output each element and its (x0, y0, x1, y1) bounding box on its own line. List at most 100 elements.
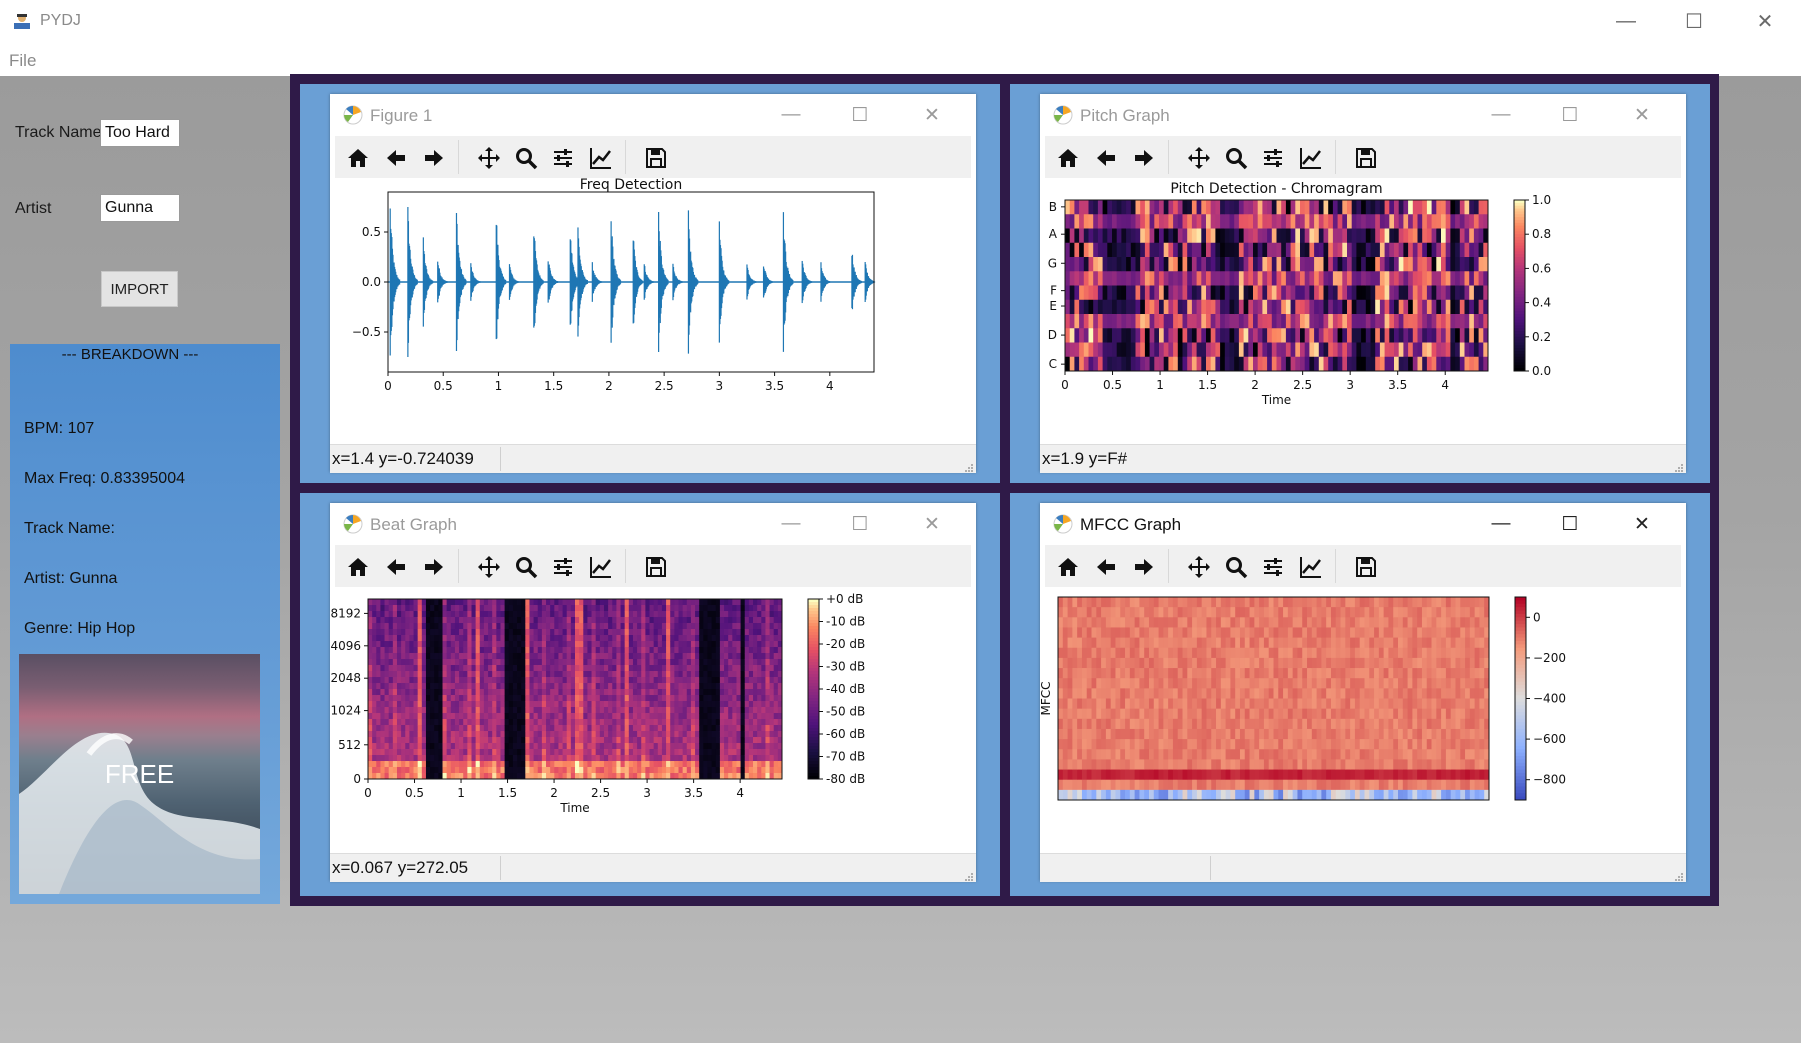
window-close-button[interactable]: ✕ (917, 510, 947, 538)
heat-cell (479, 629, 485, 636)
artist-input[interactable]: Gunna (100, 194, 180, 222)
heat-cell (483, 683, 489, 690)
heat-cell (628, 731, 634, 738)
edit-axis-button[interactable] (1298, 554, 1324, 580)
resize-grip-icon[interactable] (964, 460, 974, 472)
heat-cell (1065, 285, 1071, 301)
forward-button[interactable] (421, 554, 447, 580)
zoom-button[interactable] (1223, 554, 1249, 580)
mfcc-plot[interactable]: MFCC 0 −200 −400 −600 −800 (1039, 587, 1686, 853)
pan-button[interactable] (1186, 145, 1212, 171)
configure-subplots-button[interactable] (550, 554, 576, 580)
heat-cell (496, 677, 501, 684)
home-button[interactable] (345, 145, 371, 171)
heat-cell (1086, 698, 1092, 710)
heat-cell (1125, 739, 1131, 750)
pan-button[interactable] (476, 145, 502, 171)
back-button[interactable] (383, 145, 409, 171)
window-minimize-button[interactable]: — (776, 510, 806, 538)
heat-cell (1148, 647, 1155, 659)
zoom-button[interactable] (1223, 145, 1249, 171)
heat-cell (554, 653, 559, 660)
minimize-button[interactable]: — (1606, 6, 1646, 36)
heat-cell (1375, 285, 1381, 301)
heat-cell (1309, 271, 1315, 286)
heat-cell (496, 713, 501, 720)
freq-plot[interactable]: Freq Detection 0 0.5 1 1.5 2 2.5 3 3.5 4 0.5 0.0 −0.… (330, 177, 976, 444)
menu-file[interactable]: File (9, 51, 36, 71)
window-close-button[interactable]: ✕ (1627, 510, 1657, 538)
back-button[interactable] (383, 554, 409, 580)
heat-cell (421, 671, 427, 678)
heat-cell (479, 755, 485, 762)
back-button[interactable] (1093, 554, 1119, 580)
window-maximize-button[interactable]: ☐ (845, 101, 875, 129)
maximize-button[interactable]: ☐ (1674, 6, 1714, 36)
save-button[interactable] (643, 554, 669, 580)
resize-grip-icon[interactable] (1674, 460, 1684, 472)
heat-cell (570, 707, 576, 714)
forward-button[interactable] (1131, 554, 1157, 580)
back-button[interactable] (1093, 145, 1119, 171)
close-button[interactable]: ✕ (1745, 6, 1785, 36)
save-button[interactable] (1353, 145, 1379, 171)
zoom-button[interactable] (513, 145, 539, 171)
window-maximize-button[interactable]: ☐ (1555, 510, 1585, 538)
heat-cell (1473, 257, 1479, 272)
forward-button[interactable] (1131, 145, 1157, 171)
home-button[interactable] (1055, 145, 1081, 171)
waveform-burst (718, 221, 730, 343)
heat-cell (405, 719, 410, 726)
configure-subplots-button[interactable] (1260, 145, 1286, 171)
window-minimize-button[interactable]: — (1486, 510, 1516, 538)
pitch-plot[interactable]: Pitch Detection - Chromagram B A G F E D C 0 0.5 1… (1040, 178, 1686, 444)
home-button[interactable] (1055, 554, 1081, 580)
heat-cell (405, 599, 410, 606)
zoom-button[interactable] (513, 554, 539, 580)
window-maximize-button[interactable]: ☐ (845, 510, 875, 538)
heat-cell (666, 683, 671, 690)
heat-cell (641, 707, 646, 714)
heat-cell (1210, 299, 1216, 315)
heat-cell (508, 737, 514, 744)
heat-cell (401, 731, 406, 738)
heat-cell (632, 767, 638, 774)
edit-axis-button[interactable] (588, 554, 614, 580)
pan-button[interactable] (1186, 554, 1212, 580)
heat-cell (732, 611, 737, 618)
heat-cell (1469, 314, 1475, 329)
save-button[interactable] (1353, 554, 1379, 580)
heat-cell (392, 623, 398, 630)
heat-cell (421, 701, 427, 708)
heat-cell (438, 611, 443, 618)
heat-cell (761, 731, 766, 738)
heat-cell (1459, 342, 1465, 358)
edit-axis-button[interactable] (1298, 145, 1324, 171)
heat-cell (450, 755, 456, 762)
heat-cell (459, 725, 464, 732)
save-button[interactable] (643, 145, 669, 171)
window-close-button[interactable]: ✕ (917, 101, 947, 129)
heat-cell (608, 737, 613, 744)
edit-axis-button[interactable] (588, 145, 614, 171)
beat-plot[interactable]: 8192 4096 2048 1024 512 0 0 0.5 1 1.5 2 2.5 3 3.5 4 Tim… (330, 587, 976, 853)
heat-cell (599, 629, 605, 636)
heat-cell (1140, 214, 1146, 229)
heat-cell (748, 647, 754, 654)
window-maximize-button[interactable]: ☐ (1555, 101, 1585, 129)
configure-subplots-button[interactable] (550, 145, 576, 171)
window-close-button[interactable]: ✕ (1627, 101, 1657, 129)
resize-grip-icon[interactable] (964, 869, 974, 881)
home-button[interactable] (345, 554, 371, 580)
pan-button[interactable] (476, 554, 502, 580)
heat-cell (380, 719, 385, 726)
window-minimize-button[interactable]: — (776, 101, 806, 129)
window-minimize-button[interactable]: — (1486, 101, 1516, 129)
heat-cell (384, 695, 390, 702)
heat-cell (1201, 328, 1207, 343)
heat-cell (430, 707, 435, 714)
configure-subplots-button[interactable] (1260, 554, 1286, 580)
import-button[interactable]: IMPORT (101, 271, 178, 307)
track-name-input[interactable]: Too Hard (100, 119, 180, 147)
forward-button[interactable] (421, 145, 447, 171)
